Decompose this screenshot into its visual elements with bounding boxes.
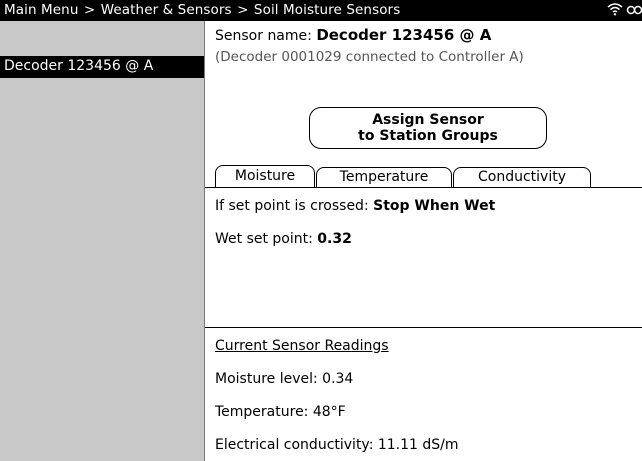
status-icons xyxy=(607,2,642,16)
link-icon xyxy=(626,5,642,15)
sensor-name-value: Decoder 123456 @ A xyxy=(316,26,492,44)
assign-button-line1: Assign Sensor xyxy=(372,112,484,128)
tab-temperature[interactable]: Temperature xyxy=(316,167,452,187)
title-bar: Main Menu > Weather & Sensors > Soil Moi… xyxy=(0,0,642,21)
tab-underline xyxy=(205,187,642,188)
breadcrumb-soil-moisture-sensors: Soil Moisture Sensors xyxy=(253,2,401,18)
set-point-crossed-row[interactable]: If set point is crossed: Stop When Wet xyxy=(215,198,495,214)
sensor-list-panel: Decoder 123456 @ A xyxy=(0,21,205,461)
wifi-icon xyxy=(607,3,623,16)
wet-set-point-value: 0.32 xyxy=(317,231,352,247)
sensor-name-label: Sensor name: xyxy=(215,28,312,44)
tab-moisture[interactable]: Moisture xyxy=(215,165,315,187)
moisture-level-reading: Moisture level: 0.34 xyxy=(215,371,354,387)
readings-heading: Current Sensor Readings xyxy=(215,338,389,354)
breadcrumb-main-menu[interactable]: Main Menu xyxy=(4,2,78,18)
wet-set-point-label: Wet set point: xyxy=(215,231,313,247)
sensor-name-row: Sensor name: Decoder 123456 @ A xyxy=(215,26,491,44)
breadcrumb: Main Menu > Weather & Sensors > Soil Moi… xyxy=(4,2,400,18)
breadcrumb-weather-sensors[interactable]: Weather & Sensors xyxy=(101,2,232,18)
sensor-tabs: Moisture Temperature Conductivity xyxy=(215,165,615,187)
sensor-list-item-label: Decoder 123456 @ A xyxy=(4,58,154,74)
conductivity-reading: Electrical conductivity: 11.11 dS/m xyxy=(215,437,459,453)
set-point-crossed-value: Stop When Wet xyxy=(373,198,496,214)
breadcrumb-separator: > xyxy=(83,2,96,18)
assign-sensor-button[interactable]: Assign Sensor to Station Groups xyxy=(309,107,547,149)
temperature-reading: Temperature: 48°F xyxy=(215,404,346,420)
sensor-detail-panel: Sensor name: Decoder 123456 @ A (Decoder… xyxy=(205,21,642,461)
breadcrumb-separator: > xyxy=(237,2,249,18)
sensor-list-item[interactable]: Decoder 123456 @ A xyxy=(0,56,204,78)
set-point-crossed-label: If set point is crossed: xyxy=(215,198,369,214)
readings-divider xyxy=(205,327,642,328)
tab-conductivity[interactable]: Conductivity xyxy=(453,167,591,187)
wet-set-point-row[interactable]: Wet set point: 0.32 xyxy=(215,231,352,247)
assign-button-line2: to Station Groups xyxy=(358,128,498,144)
sensor-connection-info: (Decoder 0001029 connected to Controller… xyxy=(215,49,524,65)
